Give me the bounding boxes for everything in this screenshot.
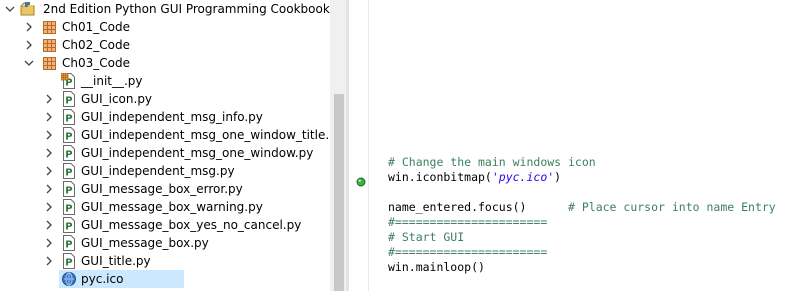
code-comment: # Change the main windows icon	[388, 155, 596, 169]
tree-item-file[interactable]: P GUI_independent_msg_info.py	[0, 108, 346, 126]
tree-item-file[interactable]: P GUI_message_box_error.py	[0, 180, 346, 198]
tree-item-label: GUI_message_box_yes_no_cancel.py	[81, 218, 302, 232]
tree-item-label: GUI_message_box_error.py	[81, 182, 243, 196]
svg-text:P: P	[65, 204, 72, 215]
chevron-right-icon[interactable]	[44, 94, 54, 104]
svg-text:P: P	[65, 150, 72, 161]
tree-item-file[interactable]: P GUI_independent_msg_one_window_title.py	[0, 126, 346, 144]
code-token: win.iconbitmap(	[388, 170, 492, 184]
python-file-icon: P	[61, 91, 77, 107]
code-token: )	[554, 170, 562, 184]
chevron-down-icon[interactable]	[5, 4, 15, 14]
tree-item-folder[interactable]: Ch02_Code	[0, 36, 346, 54]
chevron-right-icon[interactable]	[24, 22, 34, 32]
tree-item-label: GUI_title.py	[81, 254, 151, 268]
code-line[interactable]: #======================	[388, 215, 547, 230]
code-line[interactable]: # Start GUI	[388, 230, 464, 245]
tree-item-label: GUI_independent_msg_info.py	[81, 110, 263, 124]
tree-item-file[interactable]: P GUI_independent_msg_one_window.py	[0, 144, 346, 162]
tree-item-file[interactable]: P GUI_message_box_warning.py	[0, 198, 346, 216]
tree-item-label: GUI_message_box.py	[81, 236, 209, 250]
code-comment: # Start GUI	[388, 230, 465, 244]
svg-text:P: P	[65, 222, 72, 233]
chevron-down-icon[interactable]	[24, 58, 34, 68]
tree-item-file[interactable]: P GUI_message_box_yes_no_cancel.py	[0, 216, 346, 234]
svg-text:P: P	[65, 114, 72, 125]
tree-item-label: pyc.ico	[81, 272, 124, 286]
python-file-icon: P	[61, 127, 77, 143]
python-file-icon: P	[61, 145, 77, 161]
init-file-icon: P	[60, 72, 77, 89]
svg-text:P: P	[65, 240, 72, 251]
tree-item-label: 2nd Edition Python GUI Programming Cookb…	[43, 2, 330, 16]
code-line[interactable]: #======================	[388, 245, 547, 260]
tree-item-label: __init__.py	[81, 74, 143, 88]
chevron-right-icon[interactable]	[44, 130, 54, 140]
python-file-icon: P	[61, 163, 77, 179]
tree-item-folder[interactable]: Ch01_Code	[0, 18, 346, 36]
chevron-right-icon[interactable]	[44, 256, 54, 266]
code-string: 'pyc.ico'	[491, 170, 555, 184]
tree-item-label: Ch02_Code	[62, 38, 130, 52]
tree-item-file[interactable]: P GUI_message_box.py	[0, 234, 346, 252]
breakpoint-marker-icon[interactable]	[355, 173, 367, 192]
editor-ruler	[349, 0, 368, 291]
package-icon	[42, 19, 58, 35]
tree-item-label: GUI_independent_msg_one_window_title.py	[81, 128, 344, 142]
python-file-icon: P	[61, 109, 77, 125]
chevron-right-icon[interactable]	[44, 148, 54, 158]
tree-item-file[interactable]: P GUI_icon.py	[0, 90, 346, 108]
code-token: name_entered.focus()	[388, 200, 569, 214]
ico-file-icon	[61, 271, 77, 287]
code-line[interactable]: win.mainloop()	[388, 260, 485, 275]
chevron-right-icon[interactable]	[44, 238, 54, 248]
package-icon	[42, 37, 58, 53]
chevron-right-icon[interactable]	[44, 166, 54, 176]
tree-item-label: GUI_independent_msg.py	[81, 164, 235, 178]
tree-item-label: GUI_independent_msg_one_window.py	[81, 146, 314, 160]
python-file-icon: P	[61, 217, 77, 233]
chevron-right-icon[interactable]	[44, 220, 54, 230]
code-editor[interactable]: # Change the main windows icon win.iconbi…	[369, 0, 792, 291]
tree-item-file[interactable]: pyc.ico	[59, 270, 184, 288]
code-comment: #======================	[388, 245, 548, 259]
tree-item-label: Ch01_Code	[62, 20, 130, 34]
tree-item-file[interactable]: P GUI_independent_msg.py	[0, 162, 346, 180]
python-file-icon: P	[61, 199, 77, 215]
code-line[interactable]: win.iconbitmap('pyc.ico')	[388, 170, 561, 185]
chevron-right-icon[interactable]	[24, 40, 34, 50]
package-icon	[42, 55, 58, 71]
chevron-right-icon[interactable]	[44, 202, 54, 212]
svg-text:P: P	[65, 186, 72, 197]
tree-item-file[interactable]: P GUI_title.py	[0, 252, 346, 270]
tree-item-file[interactable]: P __init__.py	[0, 72, 346, 90]
svg-text:P: P	[65, 132, 72, 143]
tree-item-label: Ch03_Code	[62, 56, 130, 70]
code-comment: # Place cursor into name Entry	[568, 200, 776, 214]
code-comment: #======================	[388, 215, 548, 229]
chevron-right-icon[interactable]	[44, 112, 54, 122]
tree-item-project[interactable]: 2nd Edition Python GUI Programming Cookb…	[0, 0, 346, 18]
chevron-right-icon[interactable]	[44, 184, 54, 194]
tree-item-label: GUI_icon.py	[81, 92, 153, 106]
python-file-icon: P	[61, 181, 77, 197]
code-line[interactable]: name_entered.focus() # Place cursor into…	[388, 200, 776, 215]
svg-text:P: P	[65, 168, 72, 179]
python-file-icon: P	[61, 253, 77, 269]
project-explorer: 2nd Edition Python GUI Programming Cookb…	[0, 0, 346, 291]
code-line[interactable]: # Change the main windows icon	[388, 155, 596, 170]
tree-item-label: GUI_message_box_warning.py	[81, 200, 263, 214]
code-token: win.mainloop()	[388, 260, 485, 274]
explorer-scroll-thumb[interactable]	[334, 94, 344, 291]
svg-text:P: P	[65, 96, 72, 107]
tree-item-folder[interactable]: Ch03_Code	[0, 54, 346, 72]
python-project-icon	[20, 1, 36, 17]
svg-text:P: P	[65, 258, 72, 269]
python-file-icon: P	[61, 235, 77, 251]
